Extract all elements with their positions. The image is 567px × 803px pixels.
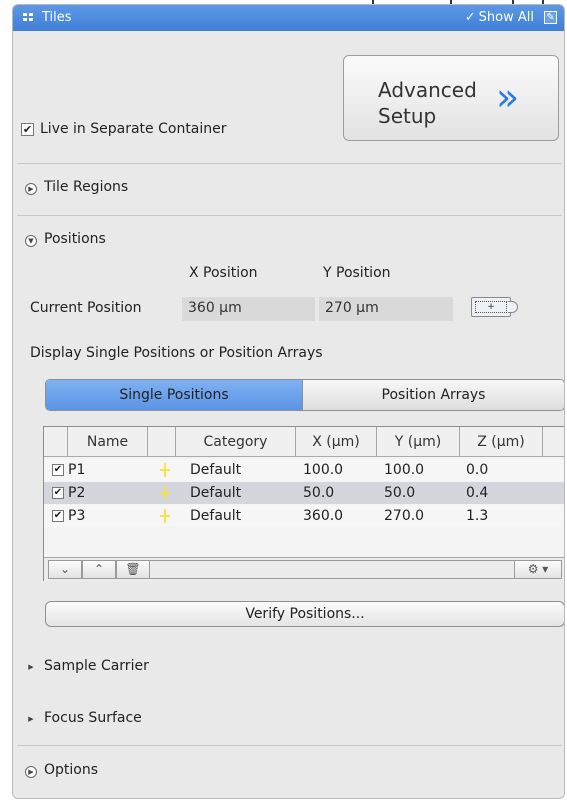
table-row[interactable]: ✔ P1 Default 100.0 100.0 0.0 [44, 459, 564, 481]
expand-arrow-icon: ▶ [25, 766, 37, 778]
divider [17, 215, 562, 216]
section-focus-surface-label: Focus Surface [44, 710, 142, 726]
expand-arrow-icon: ▶ [28, 663, 34, 671]
column-header-name[interactable]: Name [68, 427, 148, 457]
row-z: 0.0 [466, 462, 489, 478]
column-header-category[interactable]: Category [176, 427, 296, 457]
column-header-check [44, 427, 68, 457]
gear-icon[interactable]: ⚙ ▾ [514, 560, 562, 579]
positions-table: Name Category X (μm) Y (μm) Z (μm) ✔ P1 … [43, 426, 564, 581]
row-name: P2 [68, 485, 86, 501]
edit-icon[interactable]: ✎ [544, 11, 557, 24]
row-x: 360.0 [303, 508, 344, 524]
row-x: 100.0 [303, 462, 344, 478]
tab-position-arrays[interactable]: Position Arrays [302, 380, 564, 410]
row-category: Default [190, 508, 242, 524]
row-y: 100.0 [384, 462, 425, 478]
row-z: 1.3 [466, 508, 489, 524]
grid-icon [23, 13, 34, 22]
row-category: Default [190, 462, 242, 478]
advanced-setup-button[interactable]: Advanced Setup » [343, 55, 559, 141]
row-x: 50.0 [303, 485, 335, 501]
x-position-field[interactable]: 360 μm [182, 297, 315, 321]
show-all-toggle[interactable]: ✓ Show All [465, 10, 534, 25]
show-all-label: Show All [478, 10, 534, 25]
row-category: Default [190, 485, 242, 501]
position-marker-icon [160, 463, 170, 477]
table-row[interactable]: ✔ P3 Default 360.0 270.0 1.3 [44, 505, 564, 527]
expand-arrow-icon: ▶ [25, 183, 37, 195]
double-chevron-right-icon: » [496, 75, 520, 119]
set-position-arrow [508, 301, 518, 313]
row-checkbox[interactable]: ✔ [52, 487, 64, 499]
row-z: 0.4 [466, 485, 489, 501]
x-position-header: X Position [189, 265, 258, 281]
expand-arrow-icon: ▶ [28, 715, 34, 723]
advanced-setup-label-line1: Advanced [378, 78, 477, 102]
current-position-label: Current Position [30, 300, 142, 316]
set-position-button[interactable]: + [471, 297, 518, 317]
row-y: 50.0 [384, 485, 416, 501]
toolbar-spacer [150, 560, 514, 579]
delete-icon[interactable]: 🗑 [116, 560, 150, 579]
live-separate-checkbox[interactable]: ✔ [21, 123, 34, 136]
move-down-button[interactable]: ⌄ [48, 560, 82, 579]
verify-positions-button[interactable]: Verify Positions... [45, 601, 564, 627]
tab-single-positions[interactable]: Single Positions [46, 380, 302, 410]
section-positions-label: Positions [44, 231, 106, 247]
crosshair-icon: + [475, 301, 507, 313]
row-checkbox[interactable]: ✔ [52, 464, 64, 476]
table-toolbar: ⌄ ⌃ 🗑 ⚙ ▾ [44, 557, 564, 581]
display-mode-label: Display Single Positions or Position Arr… [30, 345, 323, 361]
table-row[interactable]: ✔ P2 Default 50.0 50.0 0.4 [44, 482, 564, 504]
section-tile-regions-label: Tile Regions [44, 179, 129, 195]
column-header-z[interactable]: Z (μm) [460, 427, 543, 457]
y-position-header: Y Position [323, 265, 391, 281]
table-header: Name Category X (μm) Y (μm) Z (μm) [44, 427, 564, 457]
panel-title: Tiles [42, 10, 72, 25]
advanced-setup-label-line2: Setup [378, 104, 437, 128]
y-position-field[interactable]: 270 μm [319, 297, 453, 321]
checkmark-icon: ✓ [464, 10, 476, 25]
panel-titlebar[interactable]: Tiles ✓ Show All ✎ [13, 5, 564, 31]
display-mode-toggle: Single Positions Position Arrays [45, 379, 564, 411]
divider [17, 163, 562, 164]
move-up-button[interactable]: ⌃ [82, 560, 116, 579]
row-y: 270.0 [384, 508, 425, 524]
divider [17, 745, 562, 746]
collapse-arrow-icon: ▼ [25, 235, 37, 247]
column-header-marker[interactable] [148, 427, 176, 457]
column-header-y[interactable]: Y (μm) [377, 427, 460, 457]
section-sample-carrier-label: Sample Carrier [44, 658, 149, 674]
position-marker-icon [160, 509, 170, 523]
tiles-panel: Tiles ✓ Show All ✎ Advanced Setup » ✔ Liv… [12, 4, 565, 799]
column-header-x[interactable]: X (μm) [296, 427, 377, 457]
row-checkbox[interactable]: ✔ [52, 510, 64, 522]
position-marker-icon [160, 486, 170, 500]
section-options-label: Options [44, 762, 99, 778]
live-separate-label: Live in Separate Container [40, 121, 227, 137]
row-name: P3 [68, 508, 86, 524]
row-name: P1 [68, 462, 86, 478]
